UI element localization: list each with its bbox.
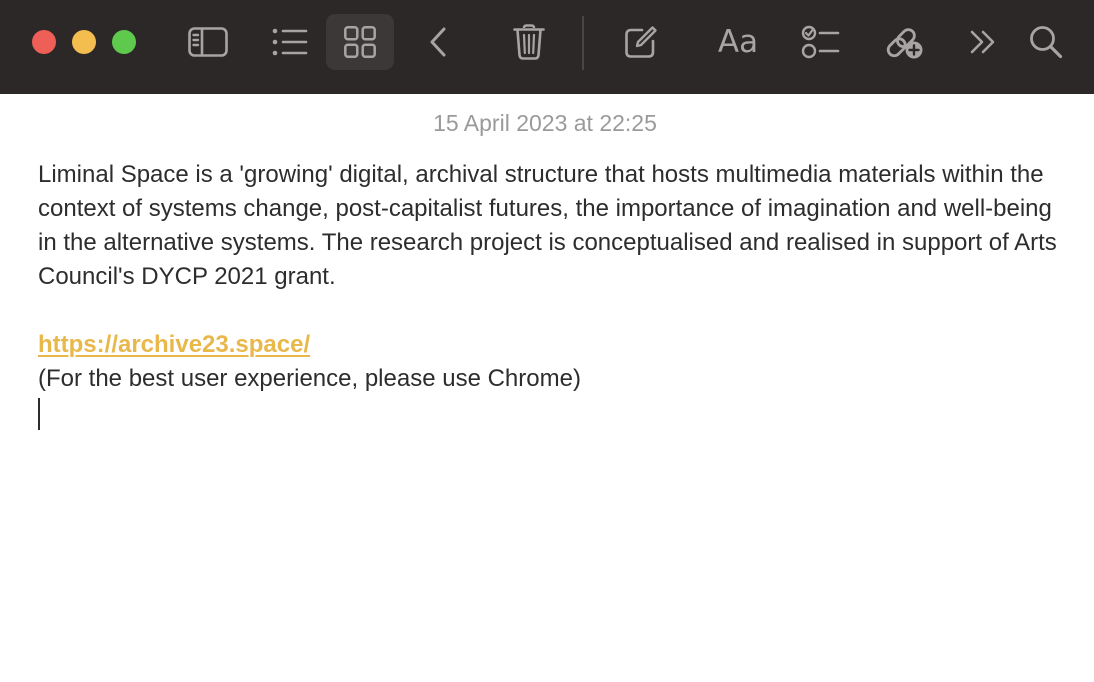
- more-button[interactable]: [964, 14, 1002, 70]
- minimize-window-button[interactable]: [72, 30, 96, 54]
- chevron-double-right-icon: [969, 30, 997, 54]
- list-icon: [272, 28, 308, 56]
- chevron-left-icon: [429, 27, 447, 57]
- compose-button[interactable]: [618, 14, 664, 70]
- sidebar-icon: [188, 27, 228, 57]
- collaborate-button[interactable]: [880, 14, 928, 70]
- format-text-icon: Aa: [717, 24, 759, 60]
- gallery-view-button[interactable]: [326, 14, 394, 70]
- checklist-button[interactable]: [798, 14, 844, 70]
- grid-icon: [344, 26, 376, 58]
- zoom-window-button[interactable]: [112, 30, 136, 54]
- note-paragraph[interactable]: Liminal Space is a 'growing' digital, ar…: [38, 158, 1058, 294]
- link-add-icon: [884, 24, 924, 60]
- sidebar-toggle-button[interactable]: [184, 14, 232, 70]
- archive-link[interactable]: https://archive23.space/: [38, 328, 310, 362]
- back-button[interactable]: [418, 14, 458, 70]
- compose-icon: [624, 25, 658, 59]
- text-cursor: [38, 398, 40, 430]
- browser-note[interactable]: (For the best user experience, please us…: [38, 362, 1058, 396]
- note-body[interactable]: Liminal Space is a 'growing' digital, ar…: [38, 158, 1058, 430]
- checklist-icon: [801, 25, 840, 59]
- note-date: 15 April 2023 at 22:25: [433, 110, 657, 136]
- toolbar-separator: [582, 16, 584, 70]
- search-button[interactable]: [1024, 14, 1068, 70]
- delete-button[interactable]: [506, 14, 552, 70]
- format-button[interactable]: Aa: [708, 14, 768, 70]
- trash-icon: [513, 24, 545, 60]
- toolbar: Aa: [0, 0, 1094, 94]
- list-view-button[interactable]: [266, 14, 314, 70]
- note-editor[interactable]: 15 April 2023 at 22:25 Liminal Space is …: [0, 94, 1094, 682]
- notes-window: Aa 15 April 2023 at 22:25 Liminal Space …: [0, 0, 1094, 682]
- search-icon: [1029, 25, 1063, 59]
- close-window-button[interactable]: [32, 30, 56, 54]
